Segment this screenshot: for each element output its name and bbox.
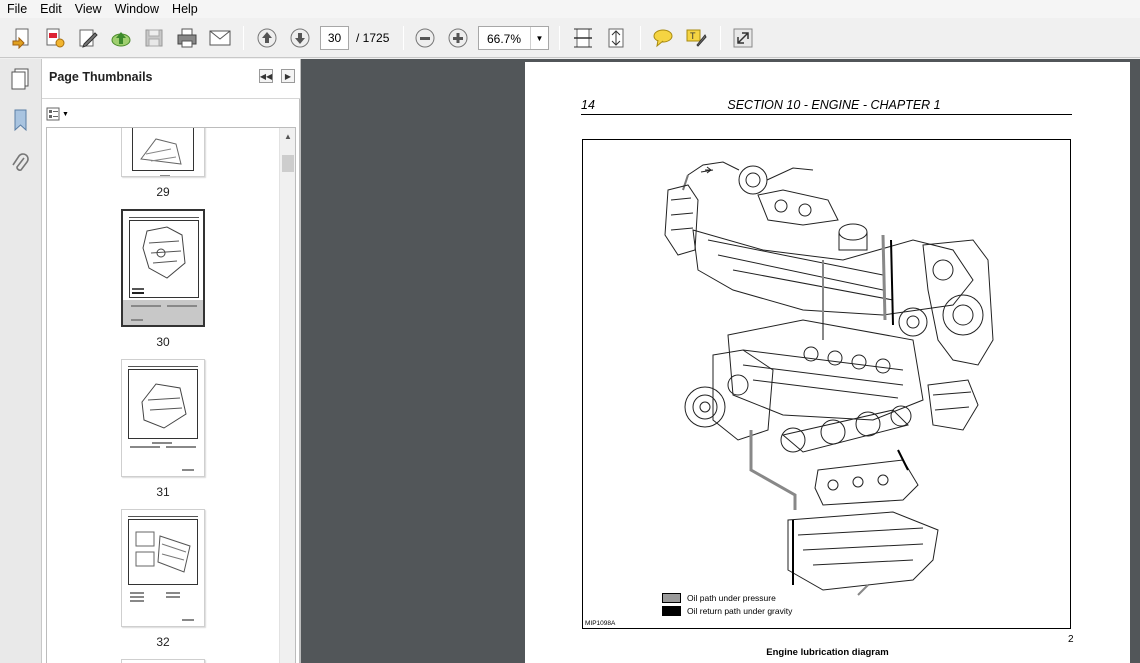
- menu-window[interactable]: Window: [108, 0, 165, 18]
- header-rule: [581, 114, 1072, 115]
- figure-code: MIP1098A: [585, 620, 616, 627]
- expand-panel-icon[interactable]: ▶: [281, 69, 295, 83]
- legend-swatch-pressure: [662, 592, 681, 603]
- svg-text:T: T: [690, 31, 696, 41]
- navigation-strip: [0, 59, 42, 663]
- collapse-panel-icon[interactable]: ◀◀: [259, 69, 273, 83]
- document-viewer: 14 SECTION 10 - ENGINE - CHAPTER 1 Oil p…: [301, 59, 1140, 663]
- figure-legend: Oil path under pressure Oil return path …: [662, 591, 792, 617]
- page-number-input[interactable]: 30: [320, 26, 349, 50]
- thumbnail-label: 29: [156, 185, 170, 199]
- save-icon[interactable]: [141, 25, 167, 51]
- figure-caption: Engine lubrication diagram: [766, 647, 889, 658]
- toolbar-separator: [559, 26, 560, 50]
- expand-icon[interactable]: [730, 25, 756, 51]
- pages-icon[interactable]: [8, 66, 32, 92]
- thumbnail-label: 31: [156, 485, 170, 499]
- zoom-value: 66.7%: [487, 32, 522, 46]
- menu-file[interactable]: File: [0, 0, 33, 18]
- chevron-down-icon: ▼: [62, 110, 69, 118]
- thumbnail-list: 29 30 31 32 ▲: [46, 127, 296, 663]
- email-icon[interactable]: [207, 25, 233, 51]
- figure-number: 2: [1068, 634, 1074, 645]
- page-total: / 1725: [356, 31, 390, 45]
- page-thumbnail[interactable]: [121, 509, 205, 627]
- page-thumbnail[interactable]: [121, 659, 205, 663]
- menu-view[interactable]: View: [68, 0, 108, 18]
- fit-width-icon[interactable]: [570, 25, 596, 51]
- document-page: 14 SECTION 10 - ENGINE - CHAPTER 1 Oil p…: [525, 62, 1130, 663]
- legend-item: Oil path under pressure: [662, 591, 792, 604]
- attachment-icon[interactable]: [8, 151, 32, 177]
- highlight-icon[interactable]: T: [683, 25, 709, 51]
- thumbnail-scrollbar[interactable]: ▲: [279, 128, 295, 663]
- next-page-icon[interactable]: [287, 25, 313, 51]
- legend-label: Oil return path under gravity: [687, 605, 793, 616]
- fit-page-icon[interactable]: [603, 25, 629, 51]
- scrollbar-thumb[interactable]: [282, 155, 294, 172]
- previous-page-icon[interactable]: [254, 25, 280, 51]
- zoom-out-icon[interactable]: [412, 25, 438, 51]
- page-thumbnail-selected[interactable]: [121, 209, 205, 327]
- page-thumbnail[interactable]: [121, 359, 205, 477]
- scroll-up-icon[interactable]: ▲: [280, 128, 295, 144]
- chevron-down-icon[interactable]: ▼: [530, 27, 548, 49]
- thumbnail-label: 32: [156, 635, 170, 649]
- toolbar-separator: [243, 26, 244, 50]
- zoom-select[interactable]: 66.7% ▼: [478, 26, 549, 50]
- toolbar-separator: [403, 26, 404, 50]
- print-icon[interactable]: [174, 25, 200, 51]
- toolbar-separator: [720, 26, 721, 50]
- page-number: 14: [581, 98, 595, 112]
- legend-label: Oil path under pressure: [687, 592, 776, 603]
- options-icon: [46, 107, 60, 121]
- page-thumbnail[interactable]: [121, 128, 205, 177]
- comment-icon[interactable]: [650, 25, 676, 51]
- toolbar: 30 / 1725 66.7% ▼ T: [0, 18, 1140, 58]
- panel-title: Page Thumbnails: [49, 70, 153, 84]
- options-button[interactable]: ▼: [46, 105, 72, 123]
- legend-swatch-gravity: [662, 605, 681, 616]
- zoom-in-icon[interactable]: [445, 25, 471, 51]
- upload-icon[interactable]: [108, 25, 134, 51]
- edit-icon[interactable]: [75, 25, 101, 51]
- toolbar-separator: [640, 26, 641, 50]
- convert-icon[interactable]: [42, 25, 68, 51]
- thumbnail-label: 30: [156, 335, 170, 349]
- figure-frame: Oil path under pressure Oil return path …: [582, 139, 1071, 629]
- create-icon[interactable]: [9, 25, 35, 51]
- menu-help[interactable]: Help: [165, 0, 204, 18]
- panel-header: Page Thumbnails ◀◀ ▶: [42, 59, 300, 99]
- menu-edit[interactable]: Edit: [33, 0, 68, 18]
- thumbnails-panel: Page Thumbnails ◀◀ ▶ ▼ 29 30 31 32 ▲: [42, 59, 300, 663]
- section-title: SECTION 10 - ENGINE - CHAPTER 1: [727, 98, 941, 112]
- legend-item: Oil return path under gravity: [662, 604, 792, 617]
- bookmark-icon[interactable]: [8, 107, 32, 133]
- menu-bar: File Edit View Window Help: [0, 0, 1140, 18]
- engine-lubrication-diagram: [664, 161, 994, 596]
